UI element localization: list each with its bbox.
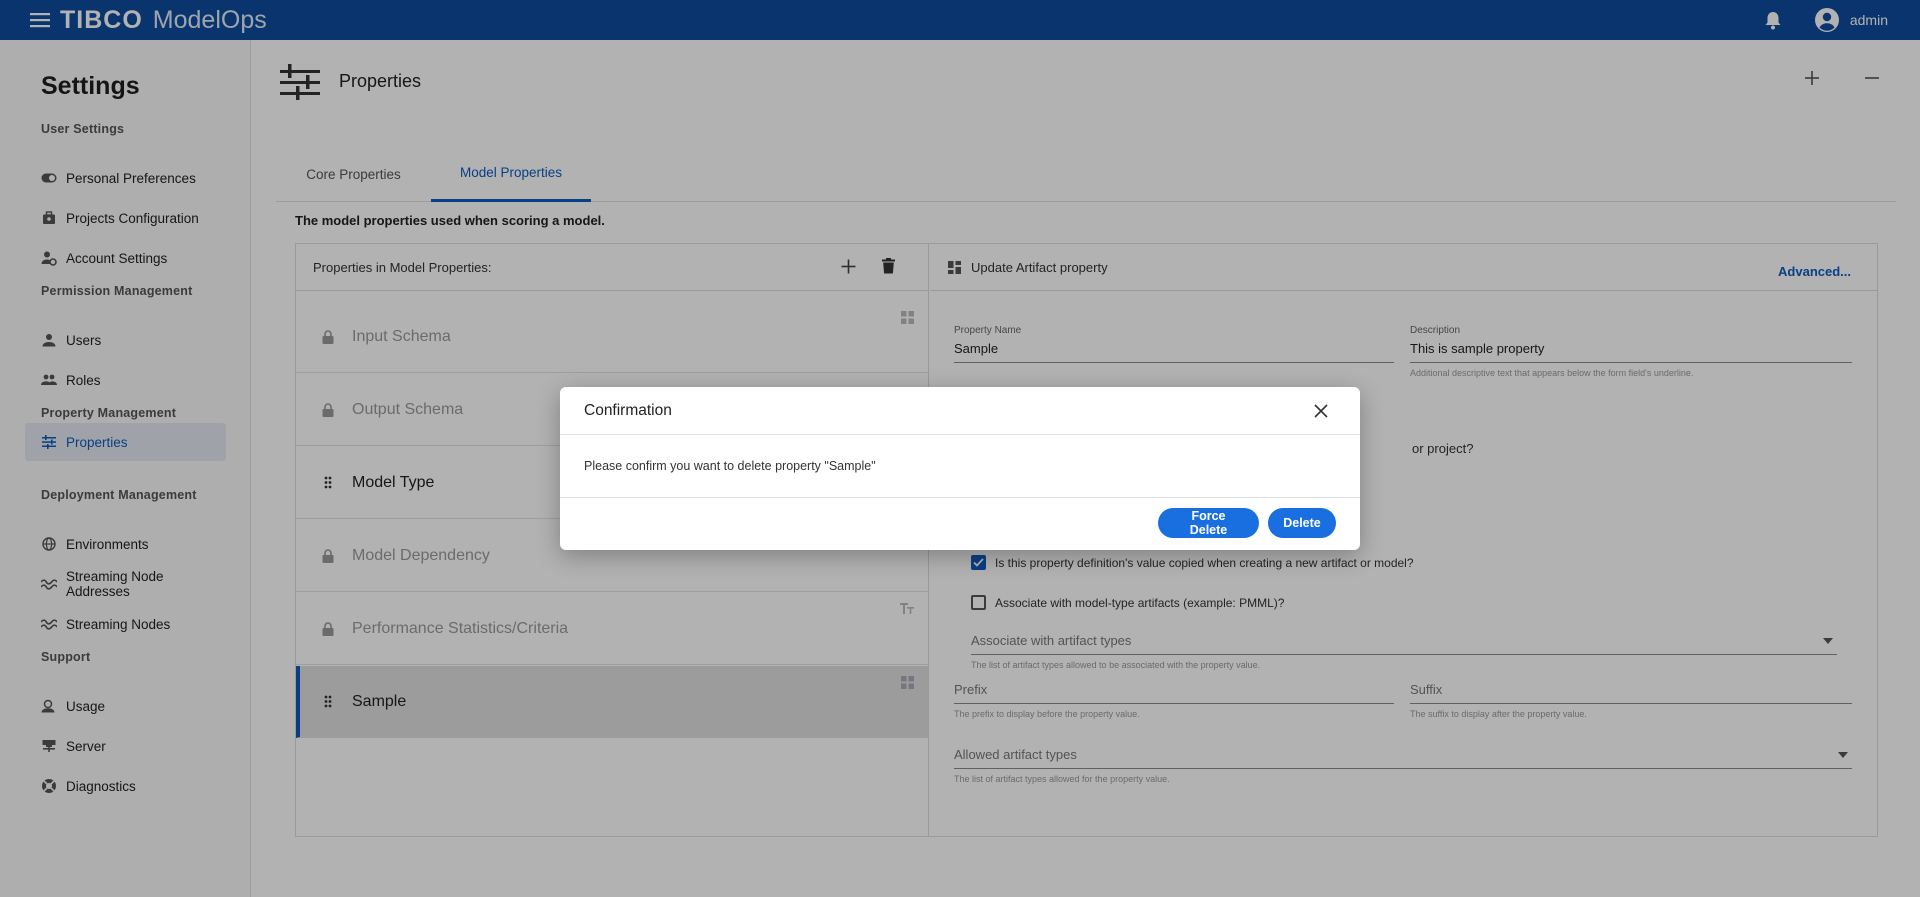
delete-button[interactable]: Delete <box>1268 508 1336 538</box>
dialog-header: Confirmation <box>560 387 1360 435</box>
force-delete-button[interactable]: Force Delete <box>1158 508 1259 538</box>
dialog-title: Confirmation <box>584 401 672 419</box>
dialog-actions: Force Delete Delete <box>1149 508 1336 538</box>
dialog-message: Please confirm you want to delete proper… <box>560 435 1360 498</box>
close-icon[interactable] <box>1314 404 1328 418</box>
confirmation-dialog: Confirmation Please confirm you want to … <box>560 387 1360 550</box>
